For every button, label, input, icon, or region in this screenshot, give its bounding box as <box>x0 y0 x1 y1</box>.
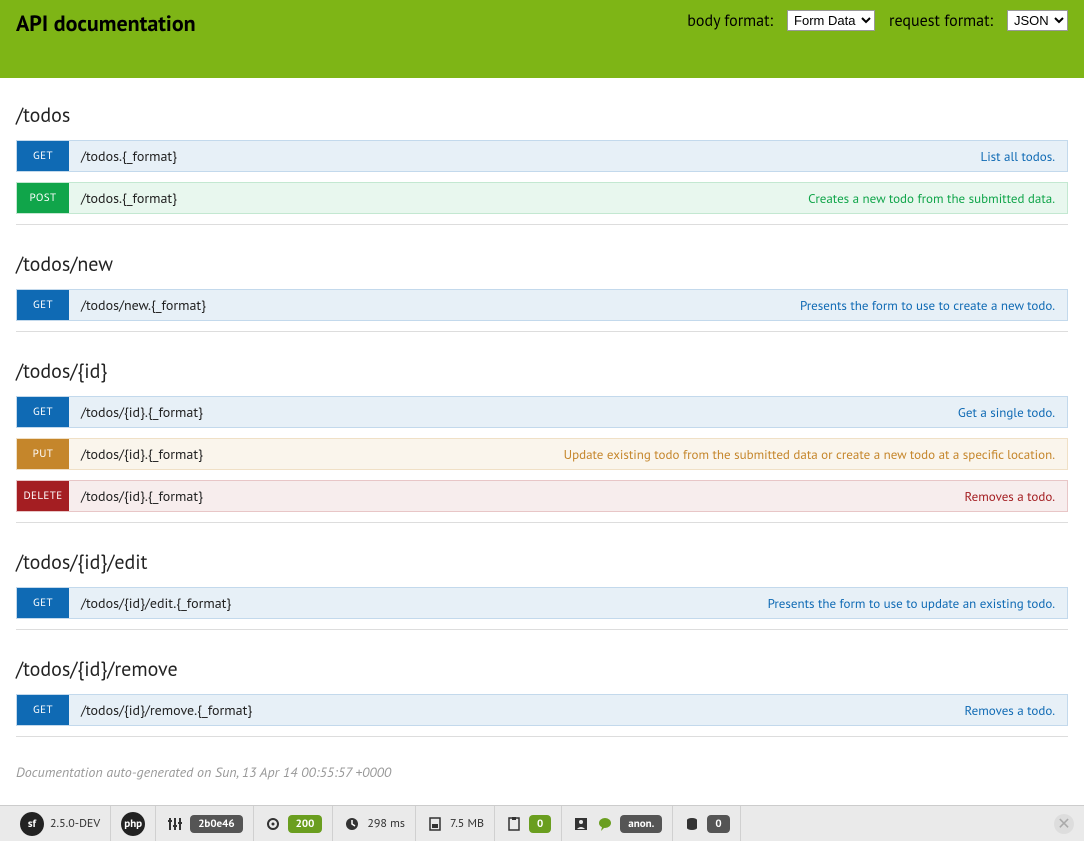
content: /todos GET /todos.{_format} List all tod… <box>0 78 1084 791</box>
section-title[interactable]: /todos/{id}/remove <box>16 656 1068 682</box>
api-section: /todos GET /todos.{_format} List all tod… <box>16 102 1068 225</box>
request-format-select[interactable]: JSON <box>1007 10 1068 31</box>
debug-memory-value: 7.5 MB <box>450 816 484 831</box>
endpoint-row[interactable]: GET /todos/{id}/edit.{_format} Presents … <box>16 587 1068 619</box>
debug-memory[interactable]: 7.5 MB <box>416 806 495 841</box>
endpoint-desc: Presents the form to use to create a new… <box>800 297 1055 314</box>
endpoint-desc: Update existing todo from the submitted … <box>564 446 1055 463</box>
php-icon: php <box>121 812 145 836</box>
debug-token-value: 2b0e46 <box>190 815 242 833</box>
method-badge-post: POST <box>17 183 69 213</box>
debug-forms-count: 0 <box>529 815 551 833</box>
endpoint-body: /todos/new.{_format} Presents the form t… <box>69 290 1067 320</box>
endpoint-path: /todos/{id}/remove.{_format} <box>81 701 252 719</box>
endpoint-path: /todos/{id}.{_format} <box>81 445 203 463</box>
method-badge-get: GET <box>17 290 69 320</box>
symfony-icon: sf <box>20 812 44 836</box>
debug-status-code: 200 <box>288 815 323 833</box>
debug-version: 2.5.0-DEV <box>50 816 100 831</box>
header-controls: body format: Form Data request format: J… <box>687 10 1068 31</box>
endpoint-row[interactable]: GET /todos/new.{_format} Presents the fo… <box>16 289 1068 321</box>
memory-icon <box>426 815 444 833</box>
api-section: /todos/{id}/remove GET /todos/{id}/remov… <box>16 656 1068 737</box>
section-title[interactable]: /todos/{id}/edit <box>16 549 1068 575</box>
endpoint-desc: Creates a new todo from the submitted da… <box>808 190 1055 207</box>
debug-close-button[interactable]: ✕ <box>1054 814 1074 834</box>
section-title[interactable]: /todos/new <box>16 251 1068 277</box>
section-title[interactable]: /todos <box>16 102 1068 128</box>
debug-time[interactable]: 298 ms <box>333 806 416 841</box>
debug-symfony[interactable]: sf 2.5.0-DEV <box>10 806 111 841</box>
sliders-icon <box>166 815 184 833</box>
body-format-label: body format: <box>687 11 773 31</box>
method-badge-put: PUT <box>17 439 69 469</box>
debug-time-value: 298 ms <box>367 816 405 831</box>
section-divider <box>16 736 1068 737</box>
endpoint-body: /todos.{_format} Creates a new todo from… <box>69 183 1067 213</box>
endpoint-row[interactable]: POST /todos.{_format} Creates a new todo… <box>16 182 1068 214</box>
endpoint-body: /todos/{id}/edit.{_format} Presents the … <box>69 588 1067 618</box>
footnote: Documentation auto-generated on Sun, 13 … <box>16 763 1068 781</box>
endpoint-row[interactable]: GET /todos/{id}/remove.{_format} Removes… <box>16 694 1068 726</box>
endpoint-path: /todos/{id}.{_format} <box>81 487 203 505</box>
method-badge-delete: DELETE <box>17 481 69 511</box>
clock-icon <box>343 815 361 833</box>
endpoint-desc: Presents the form to use to update an ex… <box>768 595 1055 612</box>
endpoint-body: /todos/{id}/remove.{_format} Removes a t… <box>69 695 1067 725</box>
endpoint-path: /todos.{_format} <box>81 189 177 207</box>
request-format-label: request format: <box>889 11 993 31</box>
endpoint-row[interactable]: PUT /todos/{id}.{_format} Update existin… <box>16 438 1068 470</box>
debug-db[interactable]: 0 <box>673 806 740 841</box>
endpoint-path: /todos/{id}/edit.{_format} <box>81 594 231 612</box>
debug-user-value: anon. <box>620 815 662 833</box>
api-section: /todos/{id}/edit GET /todos/{id}/edit.{_… <box>16 549 1068 630</box>
endpoint-desc: List all todos. <box>980 148 1055 165</box>
debug-status[interactable]: 200 <box>254 806 334 841</box>
database-icon <box>683 815 701 833</box>
debug-user[interactable]: anon. <box>562 806 673 841</box>
section-divider <box>16 629 1068 630</box>
debug-db-count: 0 <box>707 815 729 833</box>
method-badge-get: GET <box>17 397 69 427</box>
debug-toolbar: sf 2.5.0-DEV php 2b0e46 200 298 ms 7.5 M… <box>0 805 1084 841</box>
section-divider <box>16 331 1068 332</box>
endpoint-body: /todos/{id}.{_format} Removes a todo. <box>69 481 1067 511</box>
section-divider <box>16 224 1068 225</box>
endpoint-body: /todos/{id}.{_format} Update existing to… <box>69 439 1067 469</box>
debug-forms[interactable]: 0 <box>495 806 562 841</box>
user-icon <box>572 815 590 833</box>
section-title[interactable]: /todos/{id} <box>16 358 1068 384</box>
speech-icon <box>596 815 614 833</box>
endpoint-path: /todos/{id}.{_format} <box>81 403 203 421</box>
page-header: API documentation body format: Form Data… <box>0 0 1084 78</box>
method-badge-get: GET <box>17 588 69 618</box>
endpoint-row[interactable]: DELETE /todos/{id}.{_format} Removes a t… <box>16 480 1068 512</box>
api-section: /todos/{id} GET /todos/{id}.{_format} Ge… <box>16 358 1068 523</box>
body-format-select[interactable]: Form Data <box>787 10 875 31</box>
debug-php[interactable]: php <box>111 806 156 841</box>
page-title: API documentation <box>16 10 196 38</box>
endpoint-row[interactable]: GET /todos/{id}.{_format} Get a single t… <box>16 396 1068 428</box>
endpoint-body: /todos.{_format} List all todos. <box>69 141 1067 171</box>
debug-token[interactable]: 2b0e46 <box>156 806 253 841</box>
gear-icon <box>264 815 282 833</box>
method-badge-get: GET <box>17 695 69 725</box>
endpoint-body: /todos/{id}.{_format} Get a single todo. <box>69 397 1067 427</box>
endpoint-desc: Get a single todo. <box>958 404 1055 421</box>
method-badge-get: GET <box>17 141 69 171</box>
endpoint-desc: Removes a todo. <box>965 488 1056 505</box>
endpoint-row[interactable]: GET /todos.{_format} List all todos. <box>16 140 1068 172</box>
clipboard-icon <box>505 815 523 833</box>
endpoint-desc: Removes a todo. <box>965 702 1056 719</box>
endpoint-path: /todos/new.{_format} <box>81 296 206 314</box>
section-divider <box>16 522 1068 523</box>
api-section: /todos/new GET /todos/new.{_format} Pres… <box>16 251 1068 332</box>
endpoint-path: /todos.{_format} <box>81 147 177 165</box>
